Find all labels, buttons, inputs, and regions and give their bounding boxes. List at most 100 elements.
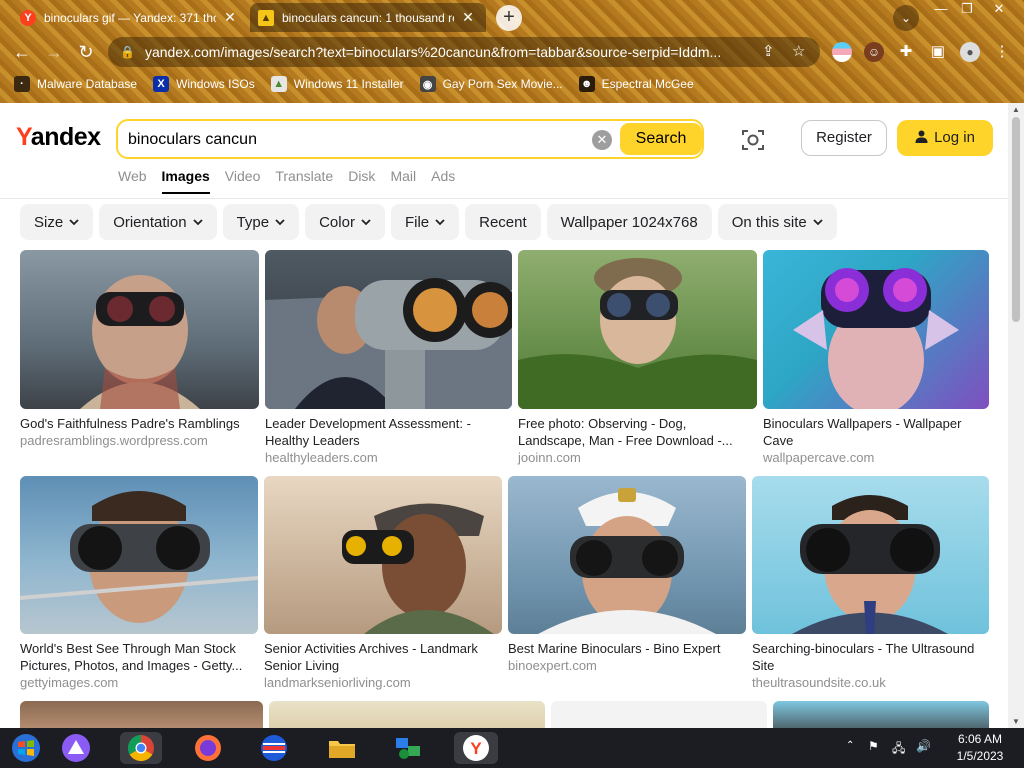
extensions-puzzle-icon[interactable]: ✚ (896, 42, 916, 62)
tab-ads[interactable]: Ads (431, 168, 455, 194)
chrome-taskbar-button[interactable] (120, 732, 162, 764)
yandex-browser-taskbar-button[interactable]: Y (454, 732, 498, 764)
filter-on-this-site[interactable]: On this site (717, 204, 837, 240)
back-button[interactable]: ← (10, 40, 34, 64)
firefox-icon[interactable] (192, 732, 224, 764)
result-image[interactable] (269, 701, 545, 728)
start-button-icon[interactable] (10, 732, 42, 764)
camera-search-icon[interactable] (740, 127, 766, 153)
tab-yandex-gif[interactable]: Y binoculars gif — Yandex: 371 thousand … (12, 3, 248, 32)
browser-toolbar: ← → ↻ 🔒 yandex.com/images/search?text=bi… (0, 34, 1024, 70)
minimize-button[interactable]: — (928, 0, 954, 18)
result-caption[interactable]: Searching-binoculars - The Ultrasound Si… (752, 640, 989, 691)
result-image[interactable] (773, 701, 989, 728)
bookmark-windows-11-installer[interactable]: ▲ Windows 11 Installer (270, 76, 404, 92)
yandex-logo[interactable]: Yandex (16, 123, 101, 152)
image-icon: ▲ (258, 9, 274, 26)
scroll-down-arrow-icon[interactable]: ▼ (1011, 717, 1021, 726)
bookmark-label: Espectral McGee (601, 77, 694, 91)
close-icon[interactable]: ✕ (460, 9, 476, 26)
result-title: Free photo: Observing - Dog, Landscape, … (518, 416, 733, 448)
page-scrollbar[interactable]: ▲ ▼ (1008, 103, 1024, 728)
tab-web[interactable]: Web (118, 168, 147, 194)
result-caption[interactable]: Leader Development Assessment: - Healthy… (265, 415, 512, 466)
result-caption[interactable]: World's Best See Through Man Stock Pictu… (20, 640, 258, 691)
search-input[interactable] (128, 129, 588, 151)
tab-translate[interactable]: Translate (275, 168, 333, 194)
bookmark-malware-database[interactable]: · Malware Database (14, 76, 137, 92)
result-caption[interactable]: Binoculars Wallpapers - Wallpaper Cave w… (763, 415, 989, 466)
address-bar[interactable]: 🔒 yandex.com/images/search?text=binocula… (108, 37, 820, 67)
bookmark-star-icon[interactable]: ☆ (792, 42, 805, 60)
new-tab-button[interactable]: + (496, 5, 522, 31)
result-image[interactable] (763, 250, 989, 409)
tab-search-button[interactable]: ⌄ (893, 5, 919, 31)
network-app-icon[interactable] (392, 732, 424, 764)
filter-recent[interactable]: Recent (465, 204, 541, 240)
filter-bar: Size Orientation Type Color File Recent … (20, 204, 843, 240)
scroll-up-arrow-icon[interactable]: ▲ (1011, 105, 1021, 114)
filter-orientation[interactable]: Orientation (99, 204, 217, 240)
flag-icon[interactable]: ⚑ (868, 739, 879, 768)
result-image[interactable] (20, 250, 259, 409)
clock-time: 6:06 AM (957, 732, 1003, 746)
network-icon[interactable]: 🖧 (892, 739, 905, 768)
close-icon[interactable]: ✕ (222, 9, 238, 26)
filter-file[interactable]: File (390, 204, 460, 240)
result-image[interactable] (20, 476, 258, 634)
side-panel-icon[interactable]: ▣ (928, 42, 948, 62)
filter-size[interactable]: Size (20, 204, 94, 240)
profile-icon[interactable]: ● (960, 42, 980, 62)
filter-wallpaper[interactable]: Wallpaper 1024x768 (546, 204, 712, 240)
tray-overflow-chevron-icon[interactable]: ⌃ (846, 740, 854, 768)
chrome-icon (127, 734, 154, 762)
login-button[interactable]: Log in (897, 120, 993, 156)
result-image[interactable] (551, 701, 767, 728)
svg-text:Y: Y (470, 739, 482, 758)
result-caption[interactable]: Best Marine Binoculars - Bino Expert bin… (508, 640, 746, 674)
result-image[interactable] (264, 476, 502, 634)
search-button[interactable]: Search (620, 123, 702, 155)
filter-color[interactable]: Color (305, 204, 385, 240)
tab-binoculars-cancun[interactable]: ▲ binoculars cancun: 1 thousand results … (250, 3, 486, 32)
result-caption[interactable]: Senior Activities Archives - Landmark Se… (264, 640, 502, 691)
scrollbar-thumb[interactable] (1012, 117, 1020, 322)
vpn-globe-icon[interactable] (258, 732, 290, 764)
tab-video[interactable]: Video (225, 168, 261, 194)
tab-disk[interactable]: Disk (348, 168, 375, 194)
clear-search-button[interactable]: ✕ (592, 130, 612, 150)
forward-button[interactable]: → (42, 40, 66, 64)
result-image[interactable] (752, 476, 989, 634)
clock-date: 1/5/2023 (956, 749, 1004, 763)
tab-images[interactable]: Images (161, 168, 210, 194)
extension-flag-icon[interactable] (832, 42, 852, 62)
result-image[interactable] (508, 476, 746, 634)
taskbar-clock[interactable]: 6:06 AM 1/5/2023 (950, 731, 1010, 765)
bookmark-windows-isos[interactable]: X Windows ISOs (153, 76, 255, 92)
bookmark-icon: · (14, 76, 30, 92)
bookmark-gay-porn-sex-movie[interactable]: ◉ Gay Porn Sex Movie... (419, 76, 563, 92)
close-window-button[interactable]: ✕ (986, 0, 1012, 18)
extension-avatar-icon[interactable]: ☺ (864, 42, 884, 62)
bookmark-label: Windows ISOs (176, 77, 255, 91)
register-button[interactable]: Register (801, 120, 887, 156)
result-image[interactable] (518, 250, 757, 409)
yandex-images-page: Yandex ✕ Search Register Log in Web Imag… (0, 103, 1008, 728)
tab-mail[interactable]: Mail (390, 168, 416, 194)
menu-kebab-icon[interactable]: ⋮ (992, 42, 1012, 62)
bookmark-label: Gay Porn Sex Movie... (442, 77, 563, 91)
result-source: padresramblings.wordpress.com (20, 433, 208, 448)
app-triangle-icon[interactable] (60, 732, 92, 764)
result-caption[interactable]: Free photo: Observing - Dog, Landscape, … (518, 415, 757, 466)
bookmark-espectral-mcgee[interactable]: ☻ Espectral McGee (578, 76, 694, 92)
result-caption[interactable]: God's Faithfulness Padre's Ramblings pad… (20, 415, 259, 449)
site-favicon-icon: ◉ (419, 76, 436, 92)
file-explorer-icon[interactable] (326, 732, 358, 764)
share-icon[interactable]: ⇪ (762, 42, 775, 60)
filter-type[interactable]: Type (222, 204, 300, 240)
volume-icon[interactable]: 🔊 (916, 739, 931, 768)
reload-button[interactable]: ↻ (74, 40, 98, 64)
result-image[interactable] (20, 701, 263, 728)
restore-button[interactable]: ❐ (954, 0, 980, 18)
result-image[interactable] (265, 250, 512, 409)
